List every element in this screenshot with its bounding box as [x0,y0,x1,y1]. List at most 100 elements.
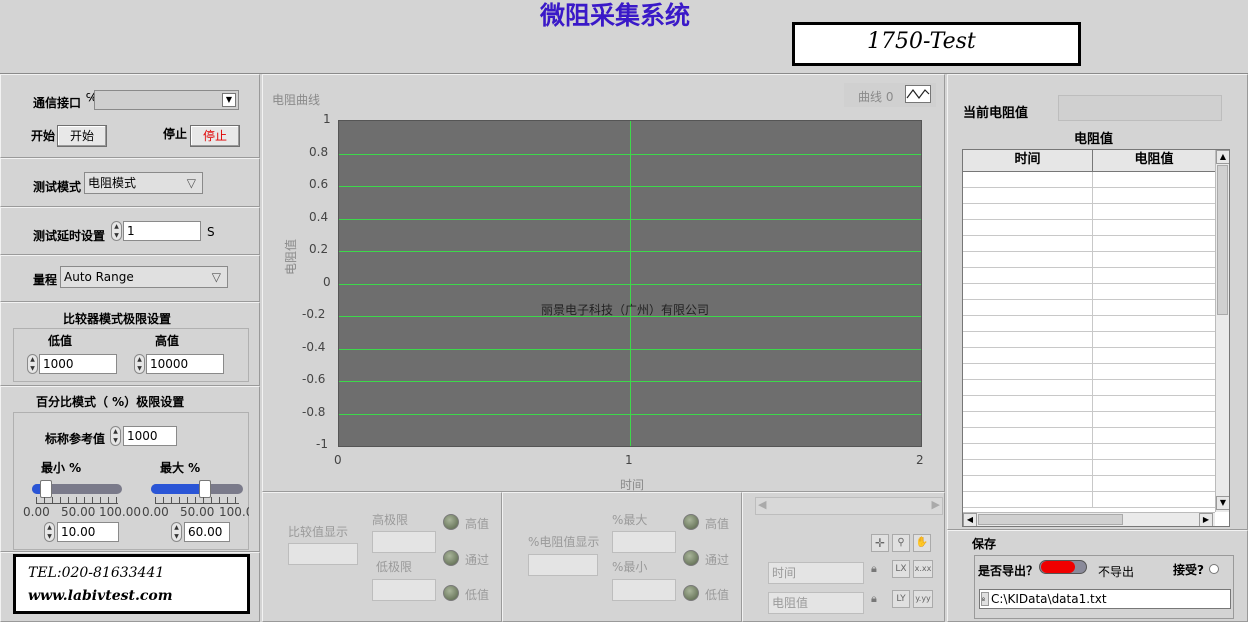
table-cell-time[interactable] [963,476,1093,492]
table-cell-time[interactable] [963,284,1093,300]
pan-hand-icon[interactable]: ✋ [913,534,931,552]
table-cell-resistance[interactable] [1093,316,1215,332]
low-value-stepper[interactable]: ▲ ▼ [27,354,38,374]
table-cell-resistance[interactable] [1093,236,1215,252]
hscroll-thumb[interactable] [978,514,1123,525]
table-cell-time[interactable] [963,332,1093,348]
lock-icon[interactable]: 🔒︎ [871,592,877,606]
percent-panel: 百分比模式（ %）极限设置 标称参考值 ▲ ▼ 1000 最小 % 最大 % 0.… [0,386,260,552]
browse-icon[interactable]: ₈ [981,592,989,606]
table-cell-resistance[interactable] [1093,476,1215,492]
y-scale-icon[interactable]: LY [892,590,910,608]
table-cell-time[interactable] [963,172,1093,188]
low-value-input[interactable]: 1000 [39,354,117,374]
chart-legend[interactable]: 曲线 0 [844,83,936,107]
ref-stepper[interactable]: ▲ ▼ [110,426,121,446]
table-cell-resistance[interactable] [1093,428,1215,444]
test-mode-select[interactable]: 电阻模式 ▽ [84,172,203,194]
crosshair-icon[interactable]: ✛ [871,534,889,552]
high-value-stepper[interactable]: ▲ ▼ [134,354,145,374]
x-axis-label: 时间 [620,478,645,492]
y-tick-label: -0.8 [302,404,326,419]
table-cell-resistance[interactable] [1093,204,1215,220]
save-title: 保存 [972,537,997,551]
delay-input[interactable]: 1 [123,221,201,241]
dropdown-arrow-icon[interactable]: ▼ [222,93,236,107]
scroll-down-icon[interactable]: ▼ [1216,496,1229,510]
table-cell-time[interactable] [963,220,1093,236]
min-stepper[interactable]: ▲ ▼ [44,522,55,542]
scroll-left-icon[interactable]: ◀ [758,498,766,511]
table-cell-resistance[interactable] [1093,188,1215,204]
table-cell-time[interactable] [963,236,1093,252]
table-cell-time[interactable] [963,460,1093,476]
table-cell-resistance[interactable] [1093,492,1215,508]
vscroll-thumb[interactable] [1217,165,1228,315]
comm-port-select[interactable]: ▼ [94,90,239,110]
high-value-input[interactable]: 10000 [146,354,224,374]
legend-label: 曲线 0 [858,90,894,104]
upper-limit-label: 高极限 [372,513,409,527]
x-scale-icon[interactable]: LX [892,560,910,578]
ref-input[interactable]: 1000 [123,426,177,446]
table-cell-resistance[interactable] [1093,412,1215,428]
min-slider-thumb[interactable] [39,480,52,498]
path-control[interactable]: ₈ C:\KIData\data1.txt [979,589,1231,609]
table-cell-resistance[interactable] [1093,172,1215,188]
table-cell-time[interactable] [963,428,1093,444]
table-cell-time[interactable] [963,492,1093,508]
max-tick-1: 50.00 [180,505,215,519]
table-cell-time[interactable] [963,268,1093,284]
delay-stepper[interactable]: ▲ ▼ [111,221,122,241]
range-select[interactable]: Auto Range ▽ [60,266,228,288]
plot-area[interactable] [338,120,922,447]
table-cell-time[interactable] [963,348,1093,364]
scroll-right-icon[interactable]: ▶ [932,498,940,511]
high-led [443,514,459,530]
table-cell-resistance[interactable] [1093,252,1215,268]
export-toggle[interactable] [1039,560,1087,574]
table-cell-resistance[interactable] [1093,396,1215,412]
table-cell-time[interactable] [963,300,1093,316]
table-cell-time[interactable] [963,444,1093,460]
max-stepper[interactable]: ▲ ▼ [171,522,182,542]
table-cell-resistance[interactable] [1093,380,1215,396]
table-cell-resistance[interactable] [1093,364,1215,380]
table-cell-time[interactable] [963,396,1093,412]
zoom-icon[interactable]: ⚲ [892,534,910,552]
table-cell-time[interactable] [963,188,1093,204]
table-cell-time[interactable] [963,412,1093,428]
table-cell-resistance[interactable] [1093,348,1215,364]
cursor-scrollbar[interactable]: ◀ ▶ [755,497,943,515]
table-cell-resistance[interactable] [1093,460,1215,476]
accept-indicator[interactable] [1209,564,1219,574]
resistance-table[interactable]: 时间 电阻值 ▲ ▼ ◀ ▶ [962,149,1230,527]
y-tick-label: -0.6 [302,372,326,386]
table-cell-resistance[interactable] [1093,332,1215,348]
stop-button[interactable]: 停止 [190,125,240,147]
start-button[interactable]: 开始 [57,125,107,147]
table-cell-time[interactable] [963,204,1093,220]
table-hscroll[interactable]: ◀ ▶ [963,512,1215,526]
max-percent-input[interactable]: 60.00 [184,522,230,542]
x-format-icon[interactable]: x.xx [913,560,933,578]
scroll-up-icon[interactable]: ▲ [1216,150,1229,164]
scroll-left-icon[interactable]: ◀ [963,513,977,526]
table-cell-time[interactable] [963,380,1093,396]
table-cell-time[interactable] [963,316,1093,332]
y-format-icon[interactable]: y.yy [913,590,933,608]
table-cell-time[interactable] [963,364,1093,380]
max-slider-thumb[interactable] [199,480,211,498]
table-cell-resistance[interactable] [1093,268,1215,284]
table-cell-resistance[interactable] [1093,220,1215,236]
min-percent-input[interactable]: 10.00 [57,522,119,542]
table-cell-resistance[interactable] [1093,284,1215,300]
table-vscroll[interactable]: ▲ ▼ [1215,150,1229,512]
ref-label: 标称参考值 [45,432,106,446]
table-cell-time[interactable] [963,252,1093,268]
table-cell-resistance[interactable] [1093,444,1215,460]
min-percent-label: 最小 % [41,461,82,475]
lock-icon[interactable]: 🔒︎ [871,562,877,576]
scroll-right-icon[interactable]: ▶ [1199,513,1213,526]
table-cell-resistance[interactable] [1093,300,1215,316]
